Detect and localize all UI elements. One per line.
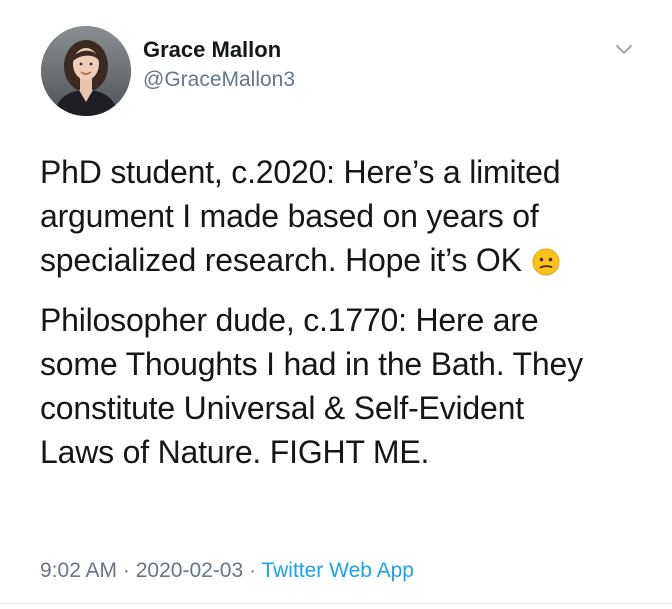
tweet-line: Laws of Nature. FIGHT ME. [40, 434, 430, 470]
divider [0, 603, 672, 604]
tweet-author[interactable]: Grace Mallon @GraceMallon3 [143, 36, 295, 94]
tweet-line: Philosopher dude, c.1770: Here are [40, 302, 539, 338]
avatar[interactable] [41, 26, 131, 116]
tweet-date[interactable]: 2020-02-03 [136, 559, 243, 582]
tweet-line: constitute Universal & Self-Evident [40, 390, 524, 426]
tweet-card: Grace Mallon @GraceMallon3 PhD student, … [0, 0, 672, 609]
tweet-source-link[interactable]: Twitter Web App [261, 559, 414, 582]
confused-face-emoji-icon [532, 243, 560, 276]
tweet-line: argument I made based on years of [40, 198, 539, 234]
tweet-line-text: specialized research. Hope it’s OK [40, 242, 522, 278]
chevron-down-icon[interactable] [612, 40, 636, 60]
tweet-line: some Thoughts I had in the Bath. They [40, 346, 583, 382]
author-handle[interactable]: @GraceMallon3 [143, 66, 295, 94]
author-display-name[interactable]: Grace Mallon [143, 36, 295, 64]
tweet-time[interactable]: 9:02 AM [40, 559, 117, 582]
tweet-line: specialized research. Hope it’s OK [40, 238, 660, 282]
tweet-metadata: 9:02 AM · 2020-02-03 · Twitter Web App [40, 557, 414, 585]
meta-separator: · [243, 559, 262, 582]
tweet-line: PhD student, c.2020: Here’s a limited [40, 154, 561, 190]
tweet-text: PhD student, c.2020: Here’s a limited ar… [40, 150, 660, 490]
tweet-paragraph: Philosopher dude, c.1770: Here are some … [40, 298, 660, 474]
tweet-paragraph: PhD student, c.2020: Here’s a limited ar… [40, 150, 660, 282]
meta-separator: · [117, 559, 136, 582]
